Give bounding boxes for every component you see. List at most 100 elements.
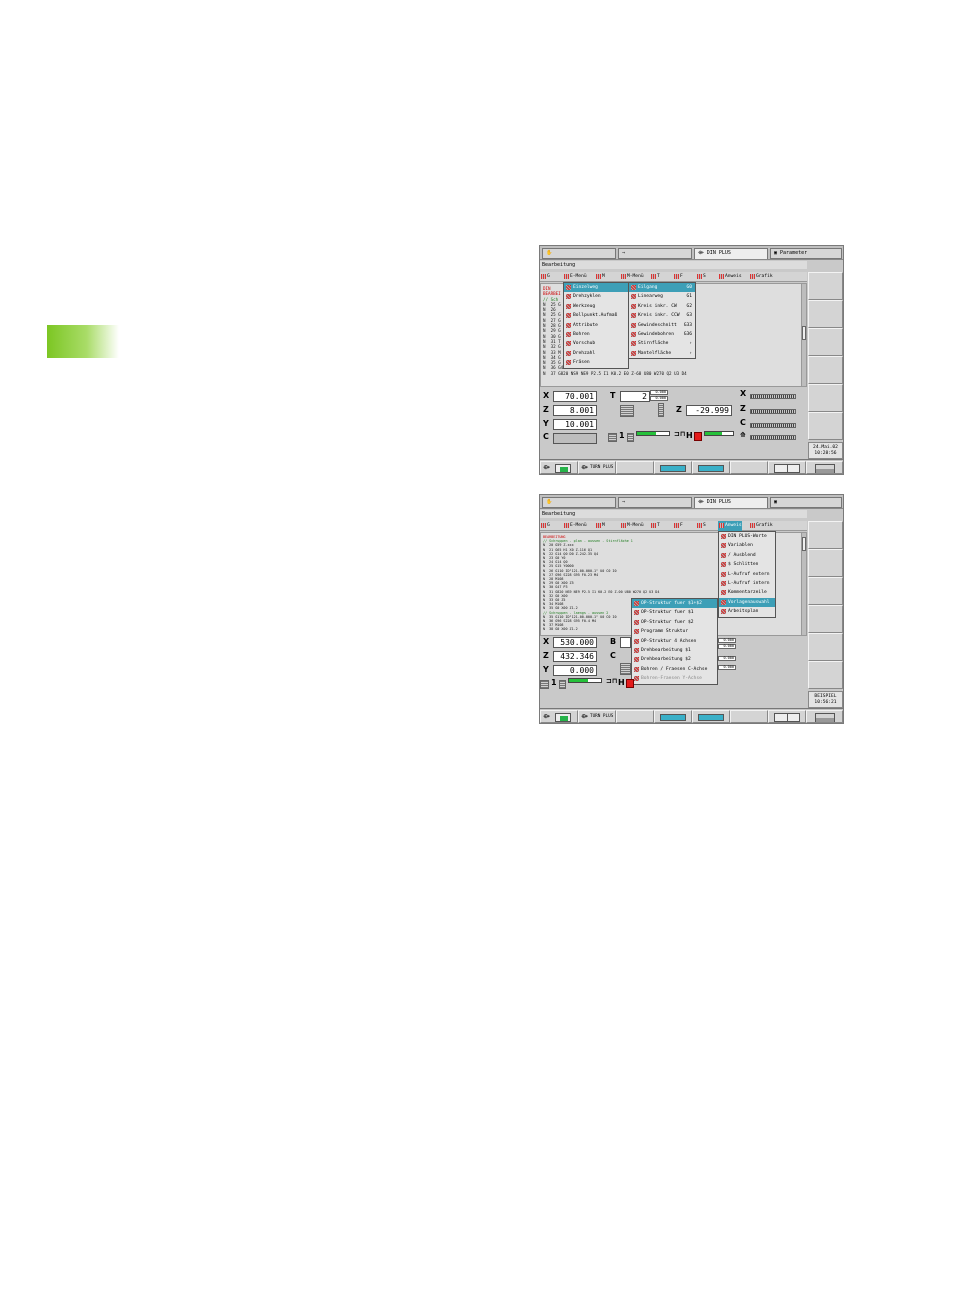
menu-item-din-plus-worte[interactable]: DIN PLUS-Worte	[719, 532, 775, 541]
softkey-window[interactable]	[768, 461, 806, 474]
softkey-machine[interactable]	[806, 710, 843, 723]
softkey-next[interactable]	[692, 710, 730, 723]
menu-item-drehbearbeitung-s2[interactable]: Drehbearbeitung $2	[632, 655, 717, 664]
softkey-din-plus-turn[interactable]: ⟴	[540, 461, 578, 474]
menu-m-menu[interactable]: M-Menü	[620, 272, 644, 282]
menu-item-variablen[interactable]: Variablen	[719, 541, 775, 550]
menu-item-op-struktur-s2[interactable]: OP-Struktur fuer $2	[632, 618, 717, 627]
tab-manual[interactable]: ✋	[542, 248, 616, 259]
menu-item-drehzyklen[interactable]: Drehzyklen	[564, 292, 628, 301]
editor-scrollbar[interactable]	[801, 284, 806, 386]
tab-parameter[interactable]: ▣ Parameter	[770, 248, 842, 259]
softkey-1[interactable]	[808, 521, 843, 549]
softkey-turn-plus[interactable]: ⟴ TURN PLUS	[578, 461, 616, 474]
softkey-turn-plus[interactable]: ⟴ TURN PLUS	[578, 710, 616, 723]
menu-item-gewindeschnitt[interactable]: Gewindeschnitt G33	[629, 321, 695, 330]
softkey-next[interactable]	[692, 461, 730, 474]
menu-item-mantelflaeche[interactable]: Mantelfläche ›	[629, 349, 695, 358]
menu-e-menu[interactable]: E-Menü	[563, 521, 587, 531]
softkey-3[interactable]	[616, 461, 654, 474]
editor-scrollbar[interactable]	[801, 533, 806, 635]
menu-item-kreis-ccw[interactable]: Kreis inkr. CCW G3	[629, 311, 695, 320]
tab-automatic[interactable]: ⇒	[618, 248, 692, 259]
softkey-5[interactable]	[808, 384, 843, 412]
tab-din-plus[interactable]: ⟴ DIN PLUS	[694, 497, 768, 508]
menu-item-kreis-cw[interactable]: Kreis inkr. CW G2	[629, 302, 695, 311]
softkey-2[interactable]	[808, 300, 843, 328]
lathe-icon	[815, 464, 835, 473]
menu-m[interactable]: M	[595, 521, 605, 531]
menu-s[interactable]: S	[696, 521, 706, 531]
menu-item-op-struktur-4-achsen[interactable]: OP-Struktur 4 Achsen	[632, 637, 717, 646]
tab-parameter[interactable]: ▣	[770, 497, 842, 508]
tab-manual[interactable]: ✋	[542, 497, 616, 508]
softkey-3[interactable]	[808, 328, 843, 356]
offset-value-4: 0.000	[718, 665, 736, 670]
din-arrow-icon: ⟴	[581, 713, 588, 720]
menu-item-schlitten[interactable]: $ Schlitten	[719, 560, 775, 569]
softkey-3[interactable]	[616, 710, 654, 723]
menu-m[interactable]: M	[595, 272, 605, 282]
menu-item-drehzahl[interactable]: Drehzahl	[564, 349, 628, 358]
menu-item-vorschub[interactable]: Vorschub	[564, 339, 628, 348]
menu-item-drehbearbeitung-s1[interactable]: Drehbearbeitung $1	[632, 646, 717, 655]
softkey-3[interactable]	[808, 577, 843, 605]
menu-item-attribute[interactable]: Attribute	[564, 321, 628, 330]
menu-item-eilgang[interactable]: Eilgang G0	[629, 283, 695, 293]
menu-item-op-struktur-s1[interactable]: OP-Struktur fuer $1	[632, 608, 717, 617]
softkey-6[interactable]	[808, 661, 843, 689]
softkey-4[interactable]	[808, 605, 843, 633]
tab-din-plus[interactable]: ⟴ DIN PLUS	[694, 248, 768, 259]
menu-item-werkzeug[interactable]: Werkzeug	[564, 302, 628, 311]
softkey-2[interactable]	[808, 549, 843, 577]
menu-e-menu[interactable]: E-Menü	[563, 272, 587, 282]
menu-item-l-aufruf-intern[interactable]: L-Aufruf intern	[719, 579, 775, 588]
menu-grafik[interactable]: Grafik	[749, 521, 773, 531]
menu-item-bohren-fraesen-c[interactable]: Bohren / Fraesen C-Achse	[632, 665, 717, 674]
menu-item-bollpunkt[interactable]: Bollpunkt.Aufmaß	[564, 311, 628, 320]
menu-item-ausblend[interactable]: / Ausblend	[719, 551, 775, 560]
menu-item-fraesen[interactable]: Fräsen	[564, 358, 628, 367]
menu-item-stirnflaeche[interactable]: Stirnfläche ›	[629, 339, 695, 348]
softkey-machine[interactable]	[806, 461, 843, 474]
menu-item-bohren-fraesen-y[interactable]: Bohren-Fraesen Y-Achse	[632, 674, 717, 683]
menu-s[interactable]: S	[696, 272, 706, 282]
menu-item-programm-struktur[interactable]: Programm Struktur	[632, 627, 717, 636]
menu-item-op-struktur-s1s2[interactable]: OP-Struktur fuer $1+$2	[632, 599, 717, 609]
softkey-window[interactable]	[768, 710, 806, 723]
menu-item-linearweg[interactable]: Linearweg G1	[629, 292, 695, 301]
axis-y-value: 0.000	[553, 665, 597, 676]
menu-anweis[interactable]: Anweis	[718, 272, 742, 282]
turn-plus-label: TURN PLUS	[590, 714, 614, 719]
softkey-1[interactable]	[808, 272, 843, 300]
menu-item-vorlagenauswahl[interactable]: Vorlagenauswahl	[719, 597, 775, 608]
softkey-6[interactable]	[730, 710, 768, 723]
menu-grafik[interactable]: Grafik	[749, 272, 773, 282]
menu-item-bohren[interactable]: Bohren	[564, 330, 628, 339]
softkey-4[interactable]	[808, 356, 843, 384]
menu-m-menu[interactable]: M-Menü	[620, 521, 644, 531]
spindle-load-icon: ⟰	[740, 431, 746, 439]
softkey-prev[interactable]	[654, 710, 692, 723]
menu-item-arbeitsplan[interactable]: Arbeitsplan	[719, 607, 775, 616]
menu-t[interactable]: T	[650, 272, 660, 282]
softkey-6[interactable]	[808, 412, 843, 440]
tab-automatic[interactable]: ⇒	[618, 497, 692, 508]
softkey-5[interactable]	[808, 633, 843, 661]
menu-item-gewindebohren[interactable]: Gewindebohren G36	[629, 330, 695, 339]
softkey-prev[interactable]	[654, 461, 692, 474]
scrollbar-thumb[interactable]	[802, 537, 806, 551]
menu-item-kommentarzeile[interactable]: Kommentarzeile	[719, 588, 775, 597]
menu-item-einzelweg[interactable]: Einzelweg	[564, 283, 628, 293]
softkey-din-plus-turn[interactable]: ⟴	[540, 710, 578, 723]
softkey-6[interactable]	[730, 461, 768, 474]
menu-anweis[interactable]: Anweis	[718, 521, 742, 531]
menu-g[interactable]: G	[540, 272, 550, 282]
menu-g[interactable]: G	[540, 521, 550, 531]
scrollbar-thumb[interactable]	[802, 326, 806, 340]
menu-f[interactable]: F	[673, 272, 683, 282]
menu-f[interactable]: F	[673, 521, 683, 531]
menu-t[interactable]: T	[650, 521, 660, 531]
menu-item-l-aufruf-extern[interactable]: L-Aufruf extern	[719, 570, 775, 579]
program-line[interactable]: N 37 G820 NS9 NE9 P2.5 I1 K0.2 E0 Z-68 U…	[543, 371, 687, 376]
